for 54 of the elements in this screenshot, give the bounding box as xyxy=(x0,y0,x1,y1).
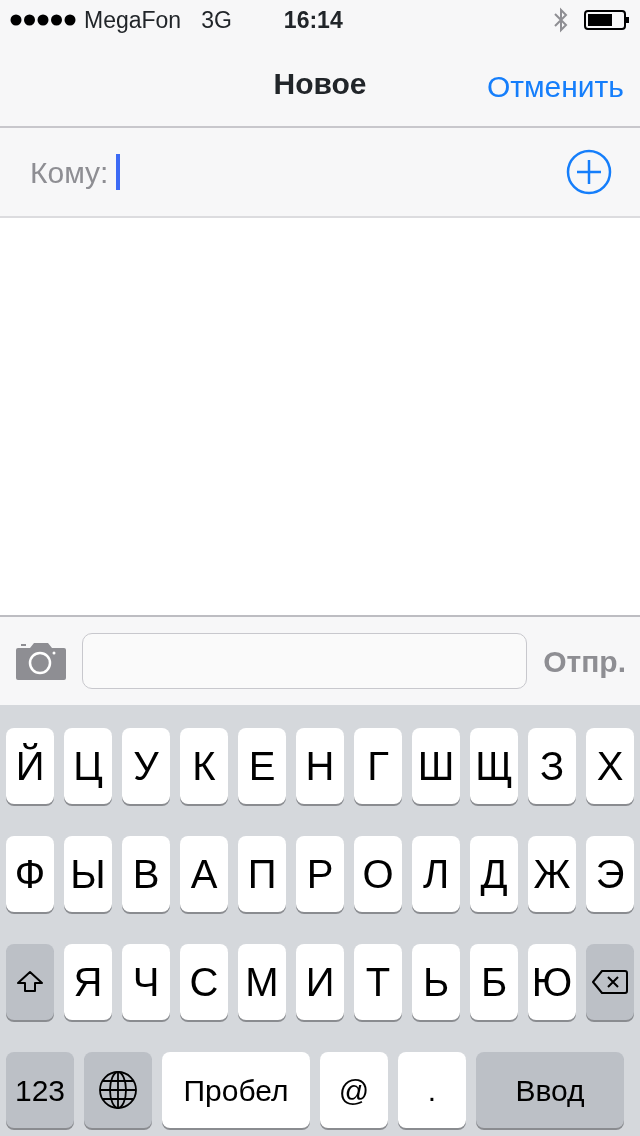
letter-key[interactable]: К xyxy=(180,728,228,804)
letter-key[interactable]: З xyxy=(528,728,576,804)
bluetooth-icon xyxy=(554,7,568,33)
letter-key[interactable]: Д xyxy=(470,836,518,912)
numbers-key[interactable]: 123 xyxy=(6,1052,74,1128)
backspace-icon xyxy=(592,969,628,995)
cancel-button[interactable]: Отменить xyxy=(486,64,624,109)
letter-key[interactable]: Ш xyxy=(412,728,460,804)
symbol-key[interactable]: @ xyxy=(320,1052,388,1128)
camera-icon[interactable] xyxy=(16,642,66,680)
letter-key[interactable]: М xyxy=(238,944,286,1020)
battery-icon xyxy=(584,10,630,30)
letter-key[interactable]: Т xyxy=(354,944,402,1020)
space-key[interactable]: Пробел xyxy=(162,1052,310,1128)
network-type: 3G xyxy=(201,5,232,35)
letter-key[interactable]: Г xyxy=(354,728,402,804)
letter-key[interactable]: Ч xyxy=(122,944,170,1020)
screen-title: Новое xyxy=(273,65,367,102)
letter-key[interactable]: Н xyxy=(296,728,344,804)
add-contact-icon[interactable] xyxy=(566,149,612,195)
letter-key[interactable]: Ю xyxy=(528,944,576,1020)
letter-key[interactable]: Ы xyxy=(64,836,112,912)
letter-key[interactable]: П xyxy=(238,836,286,912)
letter-key[interactable]: Ж xyxy=(528,836,576,912)
letter-key[interactable]: С xyxy=(180,944,228,1020)
letter-key[interactable]: В xyxy=(122,836,170,912)
letter-key[interactable]: Ц xyxy=(64,728,112,804)
letter-key[interactable]: Л xyxy=(412,836,460,912)
letter-key[interactable]: Е xyxy=(238,728,286,804)
message-field[interactable] xyxy=(82,633,528,689)
language-key[interactable] xyxy=(84,1052,152,1128)
globe-icon xyxy=(98,1070,138,1110)
letter-key[interactable]: Я xyxy=(64,944,112,1020)
backspace-key[interactable] xyxy=(586,944,634,1020)
letter-key[interactable]: Э xyxy=(586,836,634,912)
letter-key[interactable]: Р xyxy=(296,836,344,912)
return-key[interactable]: Ввод xyxy=(476,1052,624,1128)
carrier-name: MegaFon xyxy=(84,5,182,35)
letter-key[interactable]: Й xyxy=(6,728,54,804)
shift-key[interactable] xyxy=(6,944,54,1020)
letter-key[interactable]: И xyxy=(296,944,344,1020)
letter-key[interactable]: Ф xyxy=(6,836,54,912)
shift-icon xyxy=(16,970,44,994)
letter-key[interactable]: У xyxy=(122,728,170,804)
letter-key[interactable]: Б xyxy=(470,944,518,1020)
letter-key[interactable]: А xyxy=(180,836,228,912)
signal-icon xyxy=(10,14,76,26)
letter-key[interactable]: Ь xyxy=(412,944,460,1020)
clock: 16:14 xyxy=(283,5,343,35)
letter-key[interactable]: Х xyxy=(586,728,634,804)
recipient-label: Кому: xyxy=(30,154,109,191)
symbol-key[interactable]: . xyxy=(398,1052,466,1128)
letter-key[interactable]: Щ xyxy=(470,728,518,804)
letter-key[interactable]: О xyxy=(354,836,402,912)
